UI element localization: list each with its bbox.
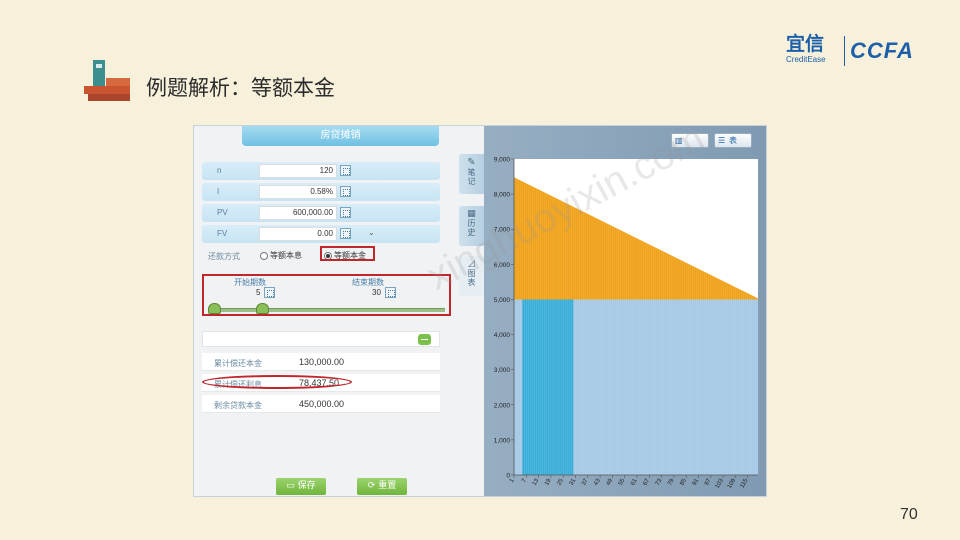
- x-tick-label: 19: [544, 477, 553, 486]
- books-icon: [84, 60, 132, 102]
- x-tick-label: 49: [606, 477, 615, 486]
- input-row-n: n 120: [202, 162, 440, 180]
- input-label: n: [217, 166, 222, 175]
- save-button[interactable]: ▭ 保存: [276, 478, 326, 495]
- chevron-down-icon[interactable]: ⌄: [368, 228, 375, 237]
- tab-notes[interactable]: ✎ 笔记: [459, 154, 484, 194]
- input-row-pv: PV 600,000.00: [202, 204, 440, 222]
- x-tick-label: 103: [715, 477, 726, 489]
- y-tick-label: 9,000: [494, 157, 511, 164]
- calculator-icon[interactable]: [340, 228, 351, 239]
- x-tick-label: 109: [727, 477, 738, 489]
- y-tick-label: 3,000: [494, 367, 511, 374]
- start-period-value[interactable]: 5: [256, 288, 260, 297]
- x-tick-label: 7: [521, 477, 528, 483]
- input-row-fv: FV 0.00 ⌄: [202, 225, 440, 243]
- logo-primary-sub: CreditEase: [786, 55, 826, 64]
- fv-input[interactable]: 0.00: [259, 227, 337, 241]
- start-period-label: 开始期数: [234, 278, 266, 287]
- table-view-label: 表: [729, 136, 737, 145]
- x-tick-label: 73: [655, 477, 664, 486]
- save-icon: ▭: [286, 481, 298, 491]
- calculator-window: 房贷摊销 n 120 I 0.58% PV 600,000.00 FV 0.00…: [193, 125, 767, 497]
- x-tick-label: 61: [630, 477, 639, 486]
- repayment-method: 还款方式 等额本息 等额本金: [202, 246, 440, 264]
- radio-icon: [260, 251, 268, 260]
- list-icon: ☰: [718, 136, 726, 145]
- x-tick-label: 31: [569, 477, 578, 486]
- calculator-icon[interactable]: [340, 207, 351, 218]
- reset-button[interactable]: ⟳ 重置: [357, 478, 407, 495]
- input-label: PV: [217, 208, 228, 217]
- end-period-label: 结束期数: [352, 278, 384, 287]
- radio-equal-installment[interactable]: 等额本息: [260, 250, 302, 261]
- table-view-button[interactable]: ☰ 表: [714, 133, 752, 148]
- y-tick-label: 5,000: [494, 297, 511, 304]
- period-range: 开始期数 结束期数 5 30: [202, 274, 451, 316]
- period-slider-track[interactable]: [208, 308, 445, 312]
- end-period-value[interactable]: 30: [372, 288, 381, 297]
- result-value: 130,000.00: [299, 357, 345, 367]
- pencil-icon: ✎: [467, 157, 476, 168]
- y-tick-label: 4,000: [494, 332, 511, 339]
- y-tick-label: 2,000: [494, 402, 511, 409]
- x-tick-label: 13: [532, 477, 541, 486]
- grid-icon: ▦: [467, 209, 476, 219]
- result-value: 450,000.00: [299, 399, 345, 409]
- highlight-box: [320, 246, 375, 261]
- logo-secondary: CCFA: [850, 38, 914, 63]
- results-header: [202, 331, 440, 347]
- x-tick-label: 91: [692, 477, 701, 486]
- end-slider-handle[interactable]: [256, 303, 269, 314]
- x-tick-label: 115: [739, 477, 749, 489]
- highlight-ellipse: [202, 375, 352, 389]
- x-tick-label: 79: [667, 477, 676, 486]
- radio-label: 等额本息: [270, 251, 302, 260]
- calculator-icon[interactable]: [264, 287, 275, 298]
- result-label: 累计偿还本金: [214, 359, 262, 368]
- result-row: 剩余贷款本金 450,000.00: [202, 395, 440, 413]
- refresh-icon: ⟳: [367, 481, 379, 491]
- reset-label: 重置: [378, 481, 397, 491]
- panel-title: 房贷摊销: [242, 126, 439, 146]
- calculator-icon[interactable]: [340, 165, 351, 176]
- result-row: 累计偿还本金 130,000.00: [202, 353, 440, 371]
- x-tick-label: 67: [643, 477, 652, 486]
- start-slider-handle[interactable]: [208, 303, 221, 314]
- input-row-i: I 0.58%: [202, 183, 440, 201]
- x-tick-label: 55: [618, 477, 627, 486]
- result-label: 剩余贷款本金: [214, 401, 262, 410]
- repay-label: 还款方式: [208, 252, 240, 261]
- tab-label: 笔记: [467, 168, 476, 186]
- page-number: 70: [900, 506, 918, 523]
- save-label: 保存: [297, 481, 316, 491]
- input-label: FV: [217, 229, 228, 238]
- x-tick-label: 43: [593, 477, 602, 486]
- calculator-icon[interactable]: [385, 287, 396, 298]
- highlighted-period-area: [522, 299, 574, 475]
- logo-primary: 宜信: [786, 33, 825, 55]
- collapse-icon[interactable]: [418, 334, 431, 345]
- x-tick-label: 97: [704, 477, 713, 486]
- x-tick-label: 25: [556, 477, 565, 486]
- brand-logo: 宜信 CreditEase CCFA: [786, 34, 936, 70]
- n-input[interactable]: 120: [259, 164, 337, 178]
- logo-divider: [844, 36, 845, 66]
- input-label: I: [217, 187, 220, 196]
- x-tick-label: 1: [509, 477, 516, 483]
- slide-title: 例题解析：等额本金: [146, 76, 335, 100]
- input-panel: 房贷摊销 n 120 I 0.58% PV 600,000.00 FV 0.00…: [194, 126, 484, 496]
- y-tick-label: 8,000: [494, 192, 511, 199]
- i-input[interactable]: 0.58%: [259, 185, 337, 199]
- x-tick-label: 37: [581, 477, 590, 486]
- x-tick-label: 85: [679, 477, 688, 486]
- pv-input[interactable]: 600,000.00: [259, 206, 337, 220]
- calculator-icon[interactable]: [340, 186, 351, 197]
- y-tick-label: 1,000: [494, 437, 511, 444]
